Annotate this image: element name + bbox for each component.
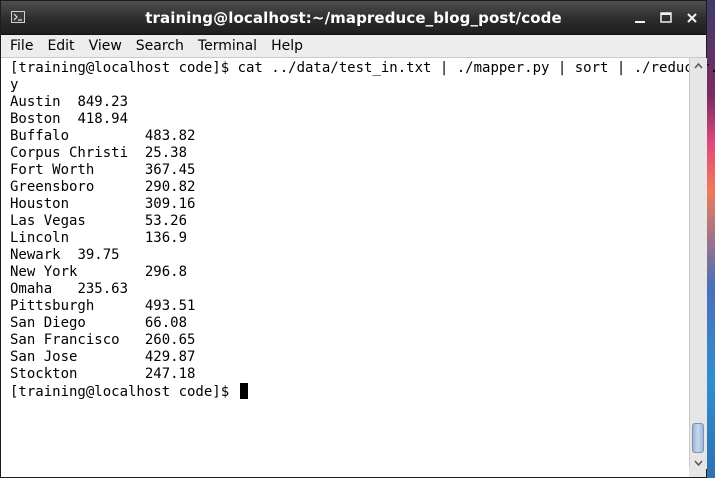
tab-separator — [52, 281, 77, 297]
city-value: 849.23 — [77, 94, 129, 110]
output-row: Houston 309.16 — [10, 196, 195, 212]
menu-terminal[interactable]: Terminal — [189, 35, 262, 57]
terminal-output: [training@localhost code]$ cat ../data/t… — [10, 60, 715, 401]
output-row: New York 296.8 — [10, 264, 187, 280]
menu-edit[interactable]: Edit — [38, 35, 79, 57]
city-value: 136.9 — [144, 230, 188, 246]
output-row: Newark 39.75 — [10, 247, 120, 263]
output-row: Omaha 235.63 — [10, 281, 128, 297]
city-name: Pittsburgh — [10, 298, 95, 314]
output-row: Boston 418.94 — [10, 111, 128, 127]
city-name: Austin — [10, 94, 61, 110]
city-value: 296.8 — [144, 264, 188, 280]
output-row: San Francisco 260.65 — [10, 332, 195, 348]
vertical-scrollbar[interactable] — [689, 58, 707, 469]
output-row: San Jose 429.87 — [10, 349, 195, 365]
menu-help[interactable]: Help — [262, 35, 308, 57]
city-name: Boston — [10, 111, 61, 127]
tab-separator — [94, 162, 145, 178]
tab-separator — [61, 94, 78, 110]
prompt: [training@localhost code]$ — [10, 384, 238, 400]
city-value: 290.82 — [144, 179, 196, 195]
tab-separator — [77, 366, 144, 382]
city-name: Fort Worth — [10, 162, 95, 178]
tab-separator — [94, 179, 145, 195]
output-row: Pittsburgh 493.51 — [10, 298, 195, 314]
output-rows: Austin 849.23 Boston 418.94 Buffalo 483.… — [10, 94, 195, 382]
city-value: 493.51 — [144, 298, 196, 314]
tab-separator — [77, 264, 144, 280]
output-row: Las Vegas 53.26 — [10, 213, 187, 229]
city-name: Corpus Christi — [10, 145, 129, 161]
command: cat ../data/test_in.txt | ./mapper.py | … — [237, 60, 715, 76]
output-row: Greensboro 290.82 — [10, 179, 195, 195]
menu-view[interactable]: View — [80, 35, 127, 57]
terminal-window: training@localhost:~/mapreduce_blog_post… — [0, 0, 715, 478]
city-name: Houston — [10, 196, 70, 212]
tab-separator — [128, 145, 145, 161]
city-value: 53.26 — [144, 213, 188, 229]
tab-separator — [69, 230, 145, 246]
final-prompt-line: [training@localhost code]$ — [10, 383, 248, 400]
tab-separator — [61, 247, 78, 263]
command-line: [training@localhost code]$ cat ../data/t… — [10, 60, 715, 76]
city-value: 418.94 — [77, 111, 129, 127]
window-controls — [632, 10, 700, 26]
city-value: 309.16 — [144, 196, 196, 212]
tab-separator — [61, 111, 78, 127]
city-name: Newark — [10, 247, 61, 263]
tab-separator — [77, 349, 144, 365]
city-value: 429.87 — [144, 349, 196, 365]
city-name: Las Vegas — [10, 213, 86, 229]
city-value: 39.75 — [77, 247, 120, 263]
city-name: San Jose — [10, 349, 78, 365]
scroll-up-icon[interactable] — [690, 58, 707, 72]
command-wrap: y — [10, 77, 19, 93]
city-value: 25.38 — [144, 145, 188, 161]
city-name: San Diego — [10, 315, 86, 331]
city-name: Lincoln — [10, 230, 70, 246]
title-bar[interactable]: training@localhost:~/mapreduce_blog_post… — [1, 1, 706, 35]
minimize-icon[interactable] — [632, 10, 648, 26]
output-row: Austin 849.23 — [10, 94, 128, 110]
scroll-thumb[interactable] — [692, 423, 704, 453]
tab-separator — [94, 298, 145, 314]
menu-file[interactable]: File — [1, 35, 38, 57]
tab-separator — [69, 196, 145, 212]
city-value: 367.45 — [144, 162, 196, 178]
output-row: San Diego 66.08 — [10, 315, 187, 331]
menu-search[interactable]: Search — [127, 35, 189, 57]
resize-grip[interactable] — [689, 467, 706, 477]
maximize-icon[interactable] — [658, 10, 674, 26]
city-name: Buffalo — [10, 128, 70, 144]
city-value: 235.63 — [77, 281, 129, 297]
output-row: Lincoln 136.9 — [10, 230, 187, 246]
output-row: Stockton 247.18 — [10, 366, 195, 382]
tab-separator — [86, 315, 145, 331]
terminal-area[interactable]: [training@localhost code]$ cat ../data/t… — [1, 58, 715, 477]
city-value: 247.18 — [144, 366, 196, 382]
output-row: Corpus Christi 25.38 — [10, 145, 187, 161]
city-value: 66.08 — [144, 315, 188, 331]
city-name: Stockton — [10, 366, 78, 382]
output-row: Buffalo 483.82 — [10, 128, 195, 144]
cursor — [239, 383, 248, 399]
city-name: Omaha — [10, 281, 53, 297]
city-name: New York — [10, 264, 78, 280]
tab-separator — [120, 332, 145, 348]
prompt: [training@localhost code]$ — [10, 60, 238, 76]
menu-bar: File Edit View Search Terminal Help — [1, 35, 706, 58]
city-name: San Francisco — [10, 332, 120, 348]
tab-separator — [86, 213, 145, 229]
window-title: training@localhost:~/mapreduce_blog_post… — [145, 9, 562, 27]
city-value: 260.65 — [144, 332, 196, 348]
close-icon[interactable] — [684, 10, 700, 26]
city-value: 483.82 — [144, 128, 196, 144]
city-name: Greensboro — [10, 179, 95, 195]
tab-separator — [69, 128, 145, 144]
output-row: Fort Worth 367.45 — [10, 162, 195, 178]
